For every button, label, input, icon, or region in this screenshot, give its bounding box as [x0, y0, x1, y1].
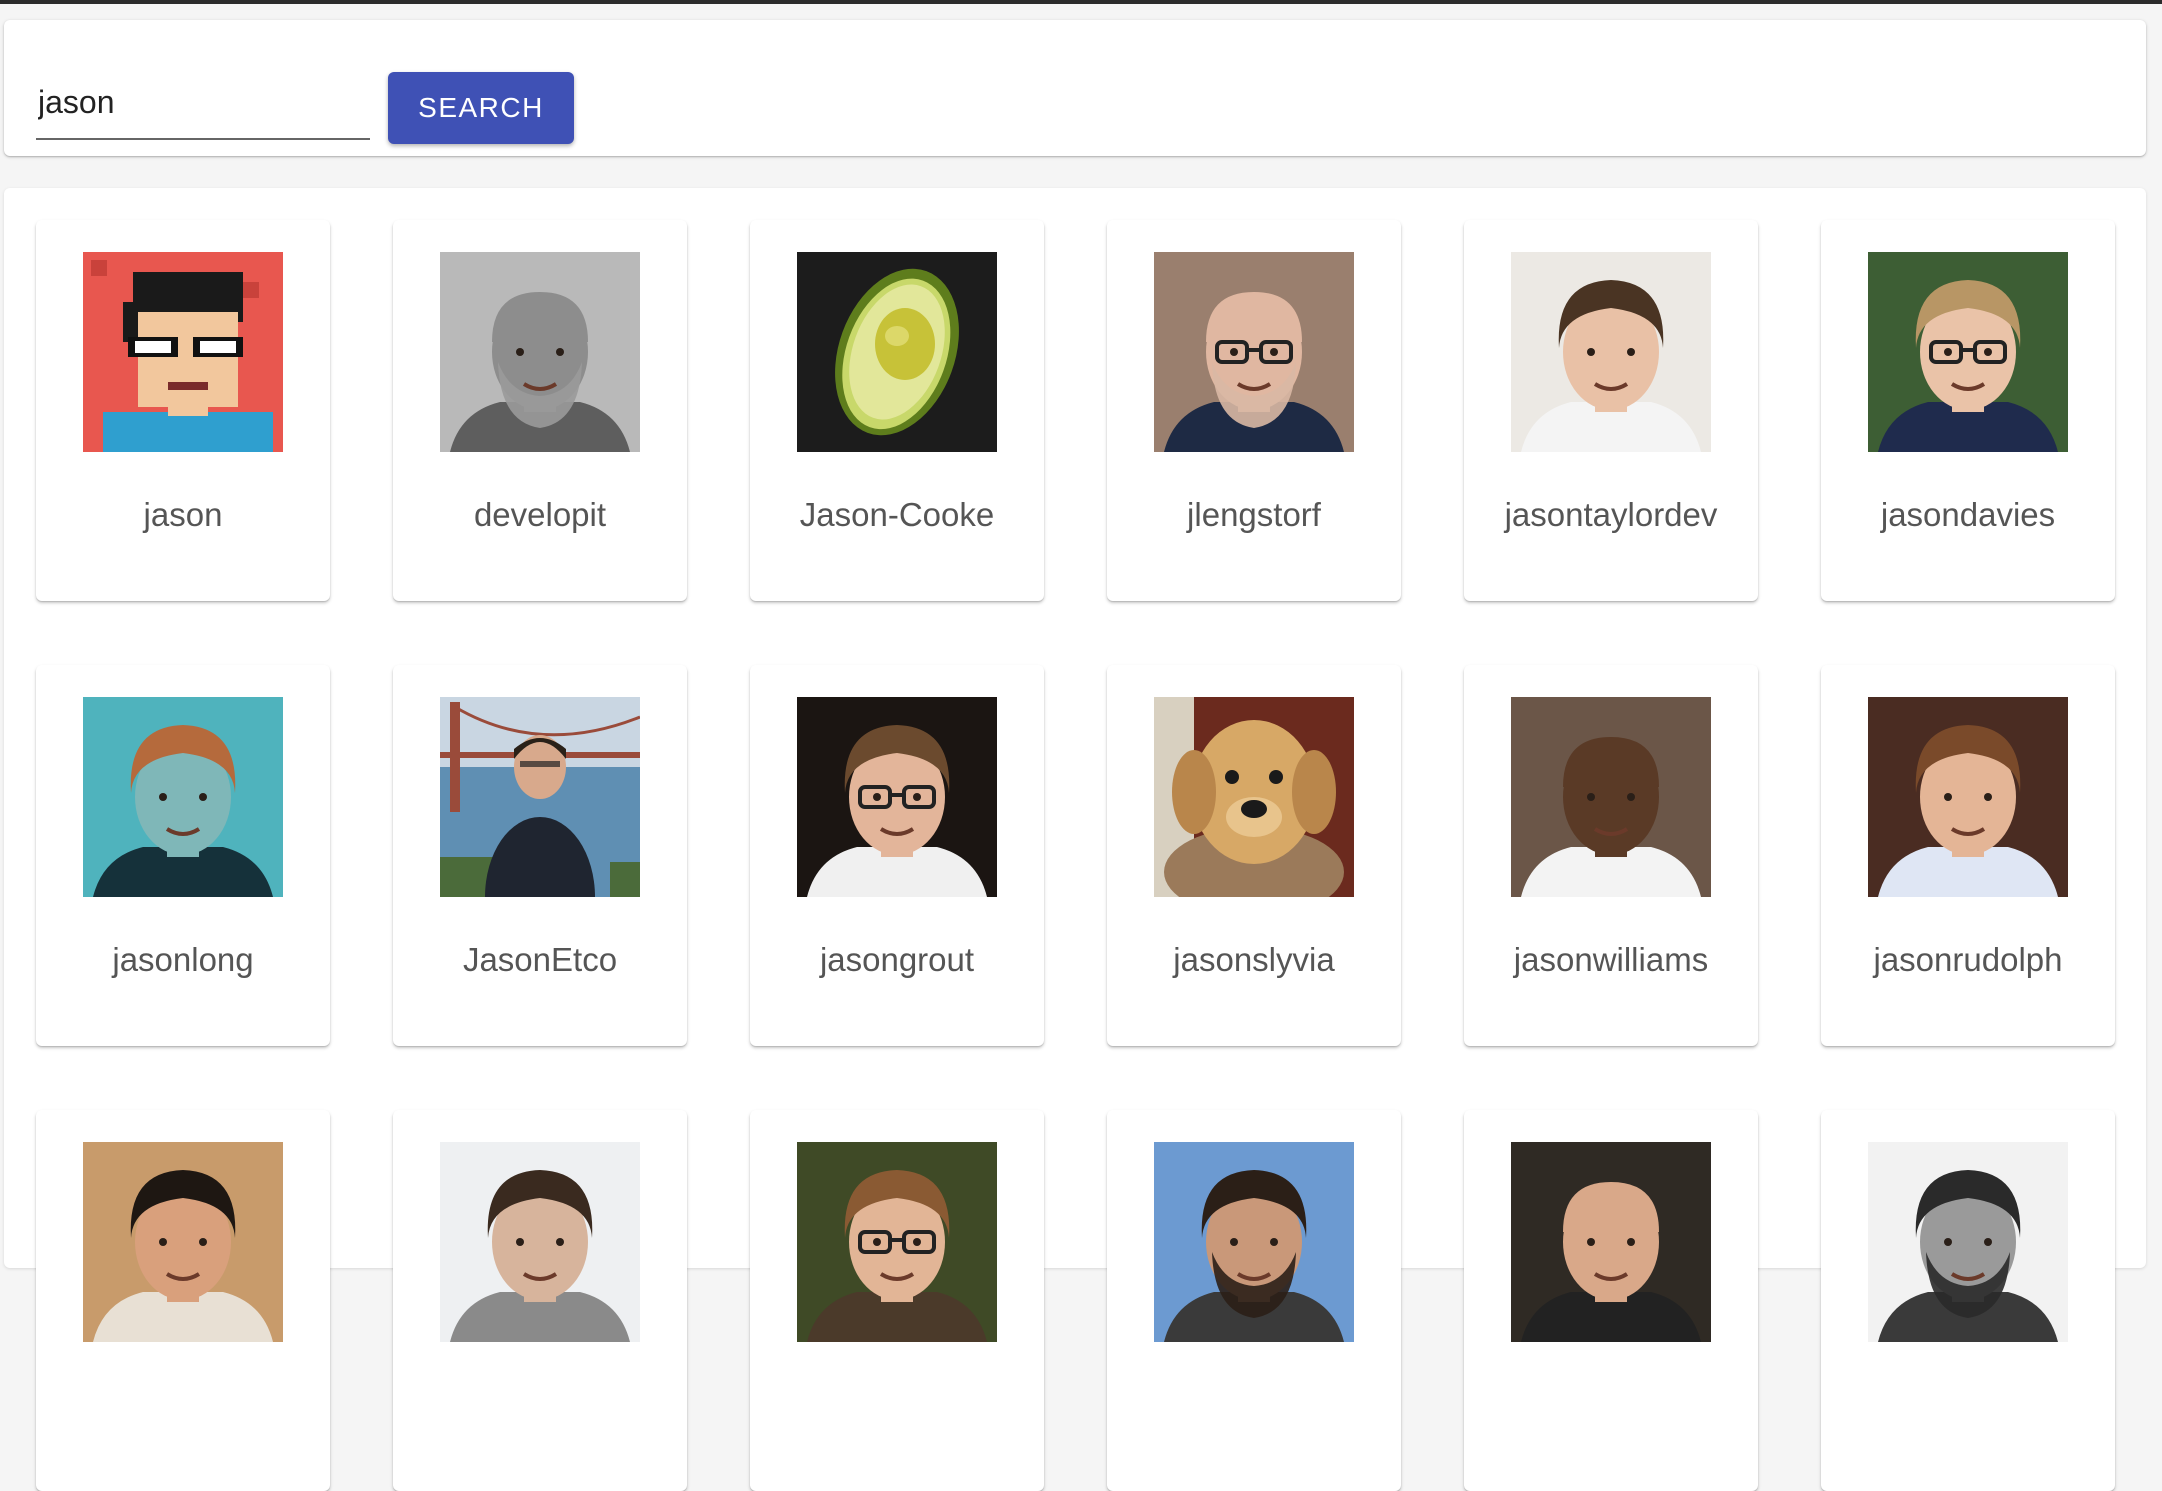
user-card[interactable]: jasonslyvia	[1107, 665, 1401, 1046]
username-label: jasonrudolph	[1873, 941, 2063, 978]
user-avatar[interactable]	[440, 697, 640, 897]
user-avatar[interactable]	[1511, 252, 1711, 452]
user-avatar[interactable]	[1868, 252, 2068, 452]
user-avatar[interactable]	[1868, 697, 2068, 897]
user-card[interactable]	[750, 1110, 1044, 1491]
user-avatar[interactable]	[83, 1142, 283, 1342]
user-card[interactable]: jasonrudolph	[1821, 665, 2115, 1046]
username-label: jasonlong	[112, 941, 254, 978]
user-avatar[interactable]	[1154, 252, 1354, 452]
user-avatar[interactable]	[440, 252, 640, 452]
user-avatar[interactable]	[797, 697, 997, 897]
user-card[interactable]: Jason-Cooke	[750, 220, 1044, 601]
username-label: jason	[143, 496, 223, 533]
user-card[interactable]: jlengstorf	[1107, 220, 1401, 601]
user-card[interactable]	[1821, 1110, 2115, 1491]
username-label: jasonwilliams	[1513, 941, 1709, 978]
user-avatar[interactable]	[83, 252, 283, 452]
user-avatar[interactable]	[1154, 697, 1354, 897]
user-avatar[interactable]	[83, 697, 283, 897]
user-card[interactable]: jasongrout	[750, 665, 1044, 1046]
user-avatar[interactable]	[1154, 1142, 1354, 1342]
user-card[interactable]	[393, 1110, 687, 1491]
user-avatar[interactable]	[1868, 1142, 2068, 1342]
search-button[interactable]: SEARCH	[388, 72, 574, 144]
username-label: jasontaylordev	[1504, 496, 1718, 533]
user-card[interactable]: developit	[393, 220, 687, 601]
user-avatar[interactable]	[1511, 1142, 1711, 1342]
user-card[interactable]: jasonlong	[36, 665, 330, 1046]
top-border	[0, 0, 2162, 4]
user-card[interactable]: jasonwilliams	[1464, 665, 1758, 1046]
user-avatar[interactable]	[797, 252, 997, 452]
user-avatar[interactable]	[797, 1142, 997, 1342]
user-card[interactable]: JasonEtco	[393, 665, 687, 1046]
user-card[interactable]	[1107, 1110, 1401, 1491]
user-avatar[interactable]	[440, 1142, 640, 1342]
user-card[interactable]: jason	[36, 220, 330, 601]
user-card[interactable]: jasondavies	[1821, 220, 2115, 601]
username-label: JasonEtco	[462, 941, 618, 978]
user-avatar[interactable]	[1511, 697, 1711, 897]
search-bar: SEARCH	[4, 20, 2146, 156]
user-grid: jason developit Jason-Cooke jlengstorf j…	[36, 220, 2115, 1491]
username-label: developit	[473, 496, 607, 533]
search-field[interactable]	[36, 72, 370, 140]
search-input[interactable]	[38, 80, 358, 124]
username-label: Jason-Cooke	[799, 496, 995, 533]
username-label: jlengstorf	[1187, 496, 1321, 533]
username-label: jasonslyvia	[1173, 941, 1335, 978]
username-label: jasondavies	[1880, 496, 2056, 533]
results-panel: jason developit Jason-Cooke jlengstorf j…	[4, 188, 2146, 1491]
user-card[interactable]: jasontaylordev	[1464, 220, 1758, 601]
user-card[interactable]	[36, 1110, 330, 1491]
username-label: jasongrout	[819, 941, 975, 978]
user-card[interactable]	[1464, 1110, 1758, 1491]
